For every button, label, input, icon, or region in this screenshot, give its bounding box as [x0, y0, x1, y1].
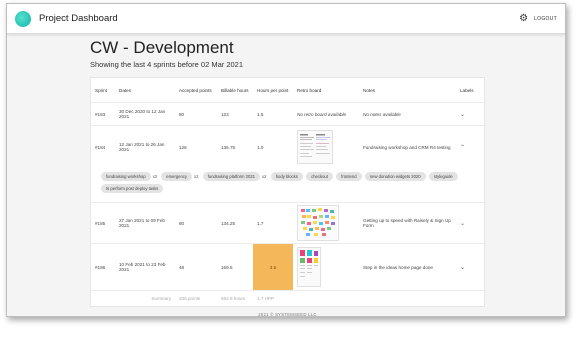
label-chip[interactable]: new donation widgets 2020	[364, 172, 426, 181]
retro-board-thumbnail[interactable]	[297, 130, 333, 164]
label-count: x2	[262, 174, 267, 179]
sprint-dates: 30 Dec 2020 to 12 Jan 2021	[115, 102, 175, 126]
header-accepted: Accepted points	[175, 78, 217, 103]
billable-hours: 134.25	[217, 202, 253, 244]
summary-hpp: 1.7 HPP	[257, 296, 275, 301]
page-subtitle: Showing the last 4 sprints before 02 Mar…	[90, 60, 244, 69]
gear-icon[interactable]: ⚙	[519, 13, 528, 24]
summary-hours: 562.5 hours	[221, 296, 246, 301]
sprint-dates: 12 Jan 2021 to 26 Jan 2021	[119, 142, 165, 152]
labels-row: fundraising workshop x3 emergency x2 fundr…	[91, 168, 486, 203]
hours-per-point-highlighted: 3.5	[253, 243, 293, 291]
main-content: CW - Development Showing the last 4 spri…	[90, 35, 486, 317]
sprint-dates: 27 Jan 2021 to 09 Feb 2021	[115, 202, 175, 244]
accepted-points: 128	[179, 144, 187, 150]
sprint-number: #185	[91, 202, 115, 244]
summary-label: Summary	[151, 296, 171, 301]
chevron-down-icon[interactable]: ⌄	[460, 112, 465, 118]
sprints-table-card: Sprint Dates Accepted points Billable ho…	[90, 77, 486, 307]
app-window: Project Dashboard ⚙ LOGOUT CW - Developm…	[6, 3, 566, 317]
header-retro: Retro board	[293, 78, 359, 103]
label-count: x2	[194, 174, 199, 179]
app-logo	[15, 10, 31, 27]
chevron-down-icon[interactable]: ⌄	[460, 265, 465, 271]
sprint-number: #183	[91, 102, 115, 126]
label-chip[interactable]: fundraising platform 2021	[202, 172, 260, 181]
sprint-dates: 10 Feb 2021 to 23 Feb 2021	[115, 243, 175, 291]
header-hpp: Hours per point	[253, 78, 293, 103]
app-bar: Project Dashboard ⚙ LOGOUT	[7, 4, 565, 34]
accepted-points: 80	[175, 202, 217, 244]
hours-per-point: 1.5	[253, 102, 293, 126]
summary-row: Summary 336 points 562.5 hours 1.7 HPP	[91, 291, 486, 307]
retro-board-empty: No retro board available	[293, 102, 359, 126]
table-row: #186 10 Feb 2021 to 23 Feb 2021 48 169.5…	[91, 243, 486, 291]
hours-per-point: 1.7	[253, 202, 293, 244]
sprints-table: Sprint Dates Accepted points Billable ho…	[91, 78, 486, 306]
footer-copyright: 2021 © SYSTEMSEED LLC	[258, 312, 317, 317]
retro-board-thumbnail[interactable]	[297, 247, 321, 287]
label-count: x3	[152, 174, 158, 179]
table-header-row: Sprint Dates Accepted points Billable ho…	[91, 78, 486, 103]
sprint-notes: Getting up to speed with Raisely & Sign …	[359, 202, 456, 244]
table-row: #185 27 Jan 2021 to 09 Feb 2021 80 134.2…	[91, 202, 486, 244]
sprint-notes: No notes available	[359, 102, 456, 126]
header-billable: Billable hours	[217, 78, 253, 103]
label-chip[interactable]: checkout	[306, 172, 333, 181]
header-sprint: Sprint	[91, 78, 115, 103]
app-title: Project Dashboard	[39, 13, 118, 24]
hours-per-point: 1.0	[257, 144, 264, 150]
billable-hours: 169.5	[217, 243, 253, 291]
table-row: #184 12 Jan 2021 to 26 Jan 2021 128 135.…	[91, 126, 486, 169]
sprint-number: #184	[95, 144, 106, 150]
header-labels: Labels	[456, 78, 486, 103]
label-chip[interactable]: styleguide	[428, 172, 458, 181]
logout-button[interactable]: LOGOUT	[534, 16, 557, 22]
label-chip[interactable]: fundraising workshop	[101, 172, 151, 181]
header-notes: Notes	[359, 78, 456, 103]
sprint-notes: Step in the ideas home page done	[359, 243, 456, 291]
retro-board-thumbnail[interactable]	[297, 205, 339, 241]
chevron-down-icon[interactable]: ⌄	[460, 221, 465, 227]
sprint-notes: Fundraising workshop and CRM R4 testing	[363, 144, 451, 150]
chevron-up-icon[interactable]: ⌃	[460, 145, 465, 151]
sprint-number: #186	[91, 243, 115, 291]
label-chip[interactable]: ts perform post deploy tasks	[101, 184, 164, 193]
billable-hours: 123	[217, 102, 253, 126]
label-chip[interactable]: frontend	[336, 172, 362, 181]
accepted-points: 80	[175, 102, 217, 126]
label-chip[interactable]: emergency	[161, 172, 193, 181]
accepted-points: 48	[175, 243, 217, 291]
header-dates: Dates	[115, 78, 175, 103]
summary-points: 336 points	[179, 296, 201, 301]
billable-hours: 135.75	[221, 144, 236, 150]
table-row: #183 30 Dec 2020 to 12 Jan 2021 80 123 1…	[91, 102, 486, 126]
page-title: CW - Development	[90, 38, 234, 57]
label-chip[interactable]: body blocks	[270, 172, 303, 181]
